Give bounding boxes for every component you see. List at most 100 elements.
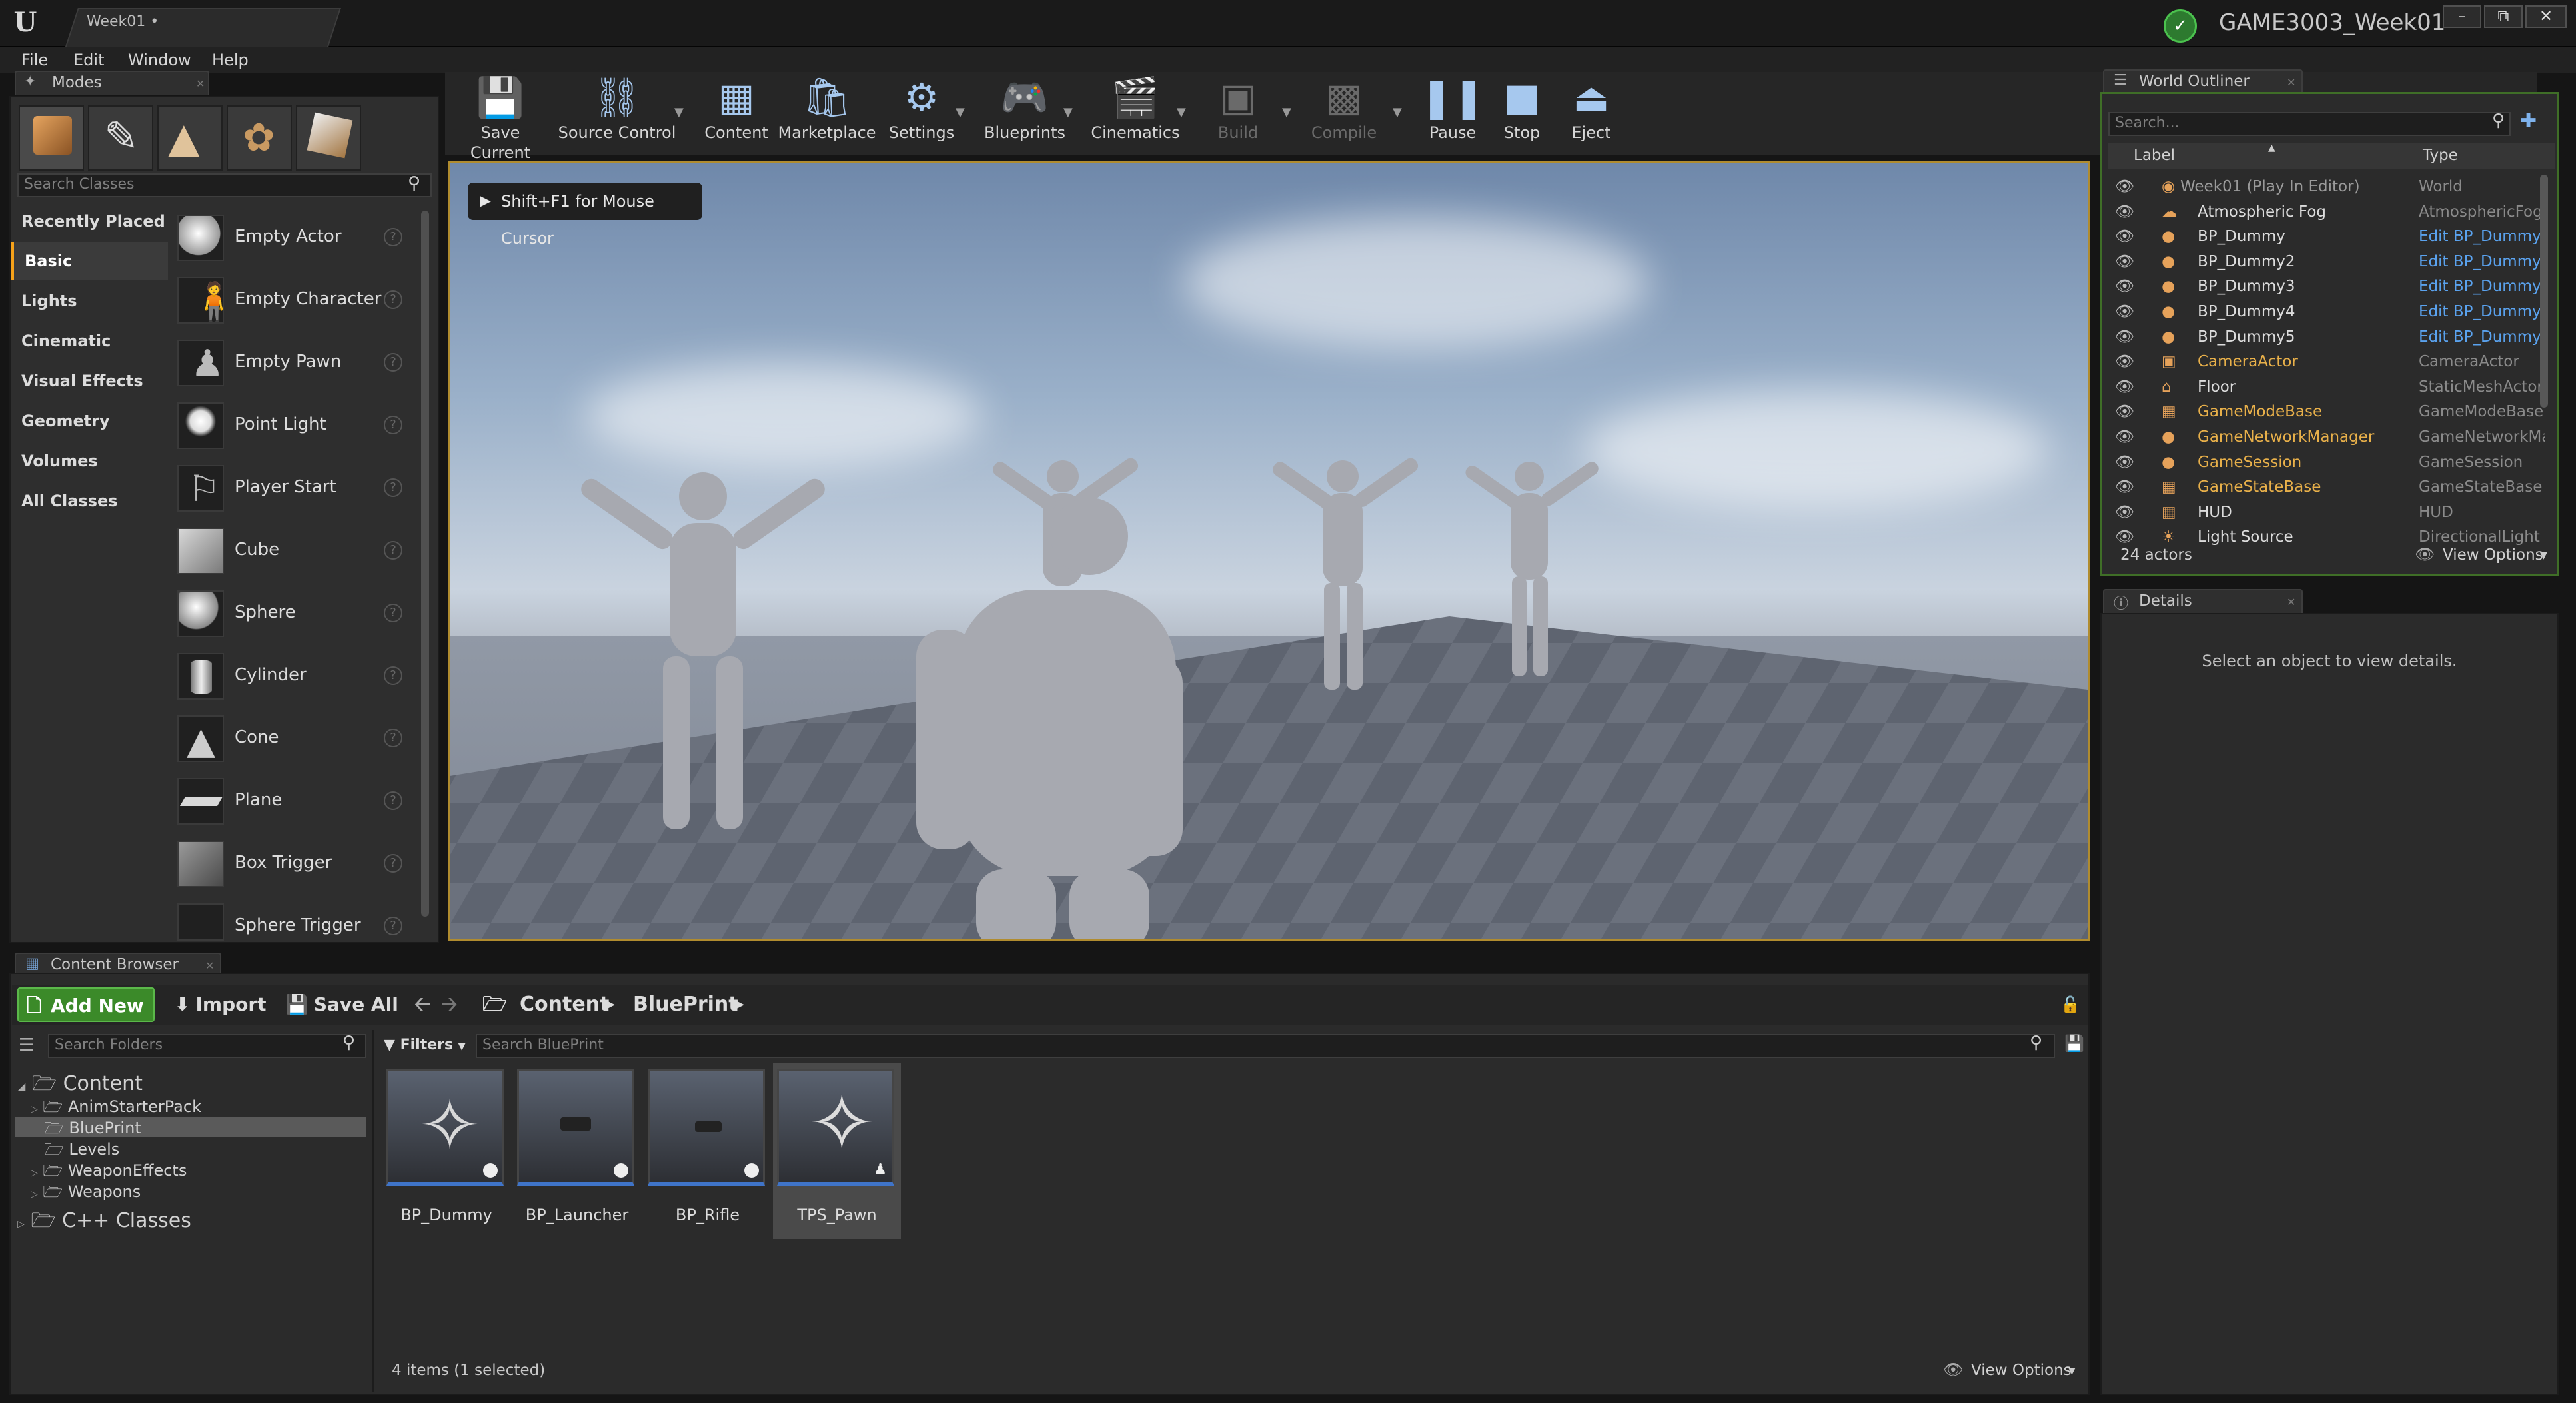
outliner-row[interactable]: 👁 ◉ Week01 (Play In Editor) World (2106, 175, 2552, 199)
help-icon[interactable]: ? (384, 353, 402, 372)
place-item-sphere[interactable]: Sphere? (173, 582, 420, 644)
breadcrumb-separator-icon[interactable]: ▶ (604, 987, 615, 1022)
chevron-down-icon[interactable]: ▼ (956, 105, 965, 119)
splitter[interactable] (372, 1030, 374, 1392)
help-icon[interactable]: ? (384, 917, 402, 935)
chevron-down-icon[interactable]: ▼ (1282, 105, 1291, 119)
place-mode-button[interactable] (19, 105, 84, 171)
visibility-eye-icon[interactable]: 👁 (2115, 274, 2134, 299)
foliage-mode-button[interactable]: ✿ (227, 105, 292, 171)
world-outliner-tab[interactable]: ☰ World Outliner ✕ (2103, 69, 2303, 93)
lock-icon[interactable]: 🔓 (2060, 987, 2080, 1022)
visibility-eye-icon[interactable]: 👁 (2115, 375, 2134, 400)
import-button[interactable]: ⬇ Import (175, 987, 267, 1022)
place-item-cone[interactable]: ▲ Cone? (173, 707, 420, 769)
visibility-eye-icon[interactable]: 👁 (2115, 425, 2134, 450)
help-icon[interactable]: ? (384, 666, 402, 685)
save-search-icon[interactable]: 💾 (2064, 1034, 2084, 1053)
help-icon[interactable]: ? (384, 416, 402, 434)
marketplace-button[interactable]: 🛍 Marketplace (777, 72, 877, 152)
close-button[interactable]: ✕ (2525, 5, 2567, 28)
tree-weapons[interactable]: ▷ 🗁 Weapons (31, 1180, 141, 1208)
build-button[interactable]: ▣ Build (1203, 72, 1273, 152)
place-item-empty-pawn[interactable]: ♟ Empty Pawn? (173, 332, 420, 393)
category-geometry[interactable]: Geometry (11, 402, 168, 440)
landscape-mode-button[interactable]: ▲ (157, 105, 223, 171)
help-icon[interactable]: ? (384, 478, 402, 497)
outliner-row-type[interactable]: Edit BP_Dummy (2419, 225, 2545, 249)
help-icon[interactable]: ? (384, 541, 402, 560)
help-icon[interactable]: ? (384, 854, 402, 873)
content-button[interactable]: ▦ Content (700, 72, 773, 152)
save-current-button[interactable]: 💾 Save Current (450, 72, 550, 162)
search-folders-input[interactable]: Search Folders (48, 1034, 366, 1058)
asset-bp-rifle[interactable]: BP_Rifle (648, 1069, 768, 1239)
outliner-row[interactable]: 👁 ● BP_Dummy3 Edit BP_Dummy (2106, 274, 2552, 299)
geometry-mode-button[interactable] (296, 105, 361, 171)
level-viewport[interactable] (448, 161, 2090, 941)
outliner-row[interactable]: 👁 ☁ Atmospheric Fog AtmosphericFog (2106, 200, 2552, 225)
place-item-sphere-trigger[interactable]: Sphere Trigger? (173, 895, 420, 942)
asset-tps-pawn[interactable]: ✧ ♟ TPS_Pawn (773, 1063, 901, 1239)
search-classes-input[interactable]: Search Classes (17, 173, 432, 197)
visibility-eye-icon[interactable]: 👁 (2115, 225, 2134, 249)
close-tab-icon[interactable]: ✕ (205, 959, 214, 972)
visibility-eye-icon[interactable]: 👁 (2115, 325, 2134, 350)
menu-edit[interactable]: Edit (73, 47, 104, 73)
outliner-row[interactable]: 👁 ● GameNetworkManager GameNetworkManager (2106, 425, 2552, 450)
asset-bp-launcher[interactable]: BP_Launcher (517, 1069, 637, 1239)
chevron-down-icon[interactable]: ▼ (2068, 1366, 2076, 1376)
category-all-classes[interactable]: All Classes (11, 482, 168, 520)
help-icon[interactable]: ? (384, 791, 402, 810)
column-label[interactable]: Label (2134, 147, 2175, 164)
source-control-button[interactable]: ⛓ Source Control (557, 72, 677, 152)
modes-scrollbar[interactable] (421, 211, 429, 917)
category-visual-effects[interactable]: Visual Effects (11, 362, 168, 400)
modes-tab[interactable]: ✦ Modes ✕ (15, 71, 209, 95)
blueprints-button[interactable]: 🎮 Blueprints (979, 72, 1070, 152)
place-item-empty-character[interactable]: 🧍 Empty Character? (173, 269, 420, 330)
menu-file[interactable]: File (21, 47, 48, 73)
chevron-down-icon[interactable]: ▼ (1393, 105, 1402, 119)
history-back-icon[interactable]: 🡠 (414, 987, 430, 1022)
outliner-row[interactable]: 👁 ▦ GameStateBase GameStateBase (2106, 475, 2552, 500)
outliner-search-input[interactable]: Search... (2108, 112, 2511, 136)
asset-bp-dummy[interactable]: ✧ BP_Dummy (386, 1069, 506, 1239)
category-volumes[interactable]: Volumes (11, 442, 168, 480)
filters-button[interactable]: ▼ Filters ▼ (384, 1034, 470, 1057)
add-filter-icon[interactable]: ✚ (2520, 109, 2537, 133)
category-basic[interactable]: Basic (11, 242, 168, 280)
minimize-button[interactable]: – (2443, 5, 2481, 28)
outliner-row[interactable]: 👁 ● BP_Dummy5 Edit BP_Dummy (2106, 325, 2552, 350)
visibility-eye-icon[interactable]: 👁 (2115, 350, 2134, 374)
stop-button[interactable]: ■ Stop (1490, 72, 1554, 152)
cinematics-button[interactable]: 🎬 Cinematics (1089, 72, 1182, 152)
add-new-button[interactable]: 🗋 Add New ▼ (17, 987, 155, 1049)
visibility-eye-icon[interactable]: 👁 (2115, 400, 2134, 424)
visibility-eye-icon[interactable]: 👁 (2115, 175, 2134, 199)
close-tab-icon[interactable]: ✕ (2287, 76, 2295, 89)
details-tab[interactable]: ⓘ Details ✕ (2103, 589, 2303, 613)
breadcrumb-content[interactable]: Content (520, 987, 609, 1022)
place-item-player-start[interactable]: ⚐ Player Start? (173, 457, 420, 518)
paint-mode-button[interactable]: ✎ (88, 105, 153, 171)
eject-button[interactable]: ⏏ Eject (1559, 72, 1623, 152)
visibility-eye-icon[interactable]: 👁 (2115, 300, 2134, 324)
settings-button[interactable]: ⚙ Settings (885, 72, 958, 152)
outliner-row[interactable]: 👁 ▦ HUD HUD (2106, 500, 2552, 525)
help-icon[interactable]: ? (384, 729, 402, 747)
breadcrumb-blueprint[interactable]: BluePrint (633, 987, 738, 1022)
visibility-eye-icon[interactable]: 👁 (2115, 250, 2134, 274)
place-item-box-trigger[interactable]: Box Trigger? (173, 833, 420, 894)
history-forward-icon[interactable]: 🡢 (441, 987, 457, 1022)
visibility-eye-icon[interactable]: 👁 (2115, 200, 2134, 225)
outliner-view-options[interactable]: View Options (2443, 546, 2543, 564)
content-view-options[interactable]: View Options (1971, 1362, 2072, 1379)
column-type[interactable]: Type (2423, 147, 2458, 164)
pause-button[interactable]: ❚❚ Pause (1419, 72, 1486, 152)
help-icon[interactable]: ? (384, 604, 402, 622)
chevron-down-icon[interactable]: ▼ (1063, 105, 1073, 119)
save-all-button[interactable]: 💾 Save All (285, 987, 398, 1022)
chevron-down-icon[interactable]: ▼ (1177, 105, 1186, 119)
maximize-button[interactable]: ⧉ (2484, 5, 2523, 28)
